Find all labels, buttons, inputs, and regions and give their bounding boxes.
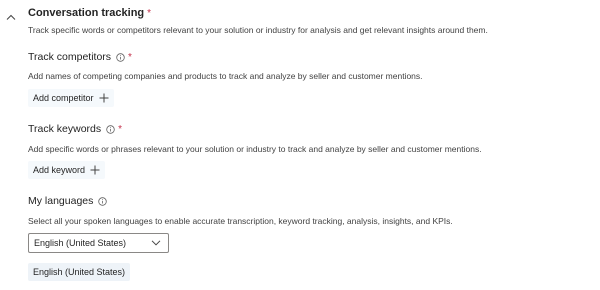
plus-icon [99,93,109,103]
add-keyword-label: Add keyword [33,165,86,175]
selected-language-tag-label: English (United States) [33,267,126,277]
section-title: Conversation tracking [28,7,145,19]
info-icon[interactable] [98,196,108,206]
section-description: Track specific words or competitors rele… [28,25,488,35]
plus-icon [90,165,100,175]
chevron-down-icon [151,240,161,246]
collapse-chevron-up-icon[interactable] [4,11,18,23]
my-languages-heading: My languages [28,195,108,207]
info-icon[interactable] [116,52,125,62]
track-keywords-description: Add specific words or phrases relevant t… [28,144,482,154]
required-marker: * [128,51,132,63]
my-languages-title: My languages [28,195,94,207]
track-keywords-heading: Track keywords * [28,123,122,135]
info-icon[interactable] [106,124,115,134]
required-marker: * [147,7,152,19]
add-competitor-label: Add competitor [33,93,94,103]
add-keyword-button[interactable]: Add keyword [28,161,106,179]
add-competitor-button[interactable]: Add competitor [28,89,114,107]
section-title-row: Conversation tracking * [28,7,151,19]
track-keywords-title: Track keywords [28,123,102,135]
track-competitors-description: Add names of competing companies and pro… [28,71,423,81]
track-competitors-title: Track competitors [28,51,112,63]
language-dropdown[interactable]: English (United States) [28,233,169,253]
selected-language-tag[interactable]: English (United States) [28,263,131,281]
track-competitors-heading: Track competitors * [28,51,132,63]
language-dropdown-value: English (United States) [34,238,127,248]
required-marker: * [118,123,123,135]
my-languages-description: Select all your spoken languages to enab… [28,216,453,226]
